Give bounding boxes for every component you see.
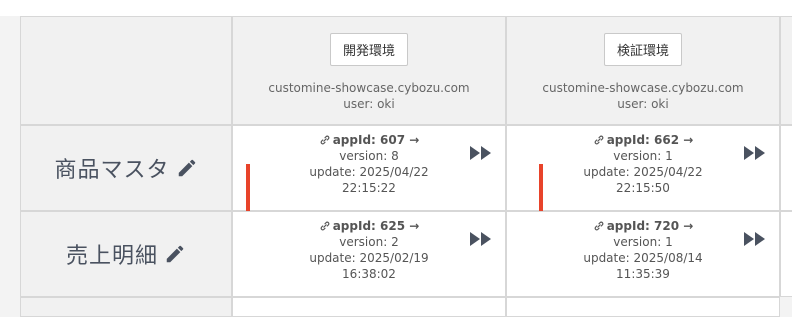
env-domain: customine-showcase.cybozu.com: [542, 81, 744, 95]
app-cell-next: [780, 125, 792, 211]
app-id-link[interactable]: appId: 662 →: [507, 133, 779, 147]
app-update-time: 22:15:22: [342, 181, 396, 195]
link-icon: [594, 135, 604, 145]
app-update: update: 2025/02/19: [309, 251, 429, 265]
row-label-product-master: 商品マスタ: [20, 125, 232, 211]
env-header-test: 検証環境 customine-showcase.cybozu.com user:…: [506, 16, 780, 125]
env-header-dev: 開発環境 customine-showcase.cybozu.com user:…: [232, 16, 506, 125]
app-cell: appId: 720 → version: 1 update: 2025/08/…: [506, 211, 780, 297]
fast-forward-icon[interactable]: [469, 145, 493, 161]
env-user: user: oki: [617, 97, 669, 111]
link-icon: [320, 135, 330, 145]
app-cell: appId: 662 → version: 1 update: 2025/04/…: [506, 125, 780, 268]
app-version: version: 1: [613, 149, 673, 163]
env-button-dev[interactable]: 開発環境: [329, 33, 408, 66]
app-name: 売上明細: [65, 244, 158, 269]
app-update: update: 2025/04/22: [309, 165, 429, 179]
app-id: appId: 607 →: [332, 133, 420, 147]
app-id: appId: 720 →: [606, 219, 694, 233]
app-id-link[interactable]: appId: 607 →: [233, 133, 505, 147]
env-domain: customine-showcase.cybozu.com: [268, 81, 470, 95]
app-cell: appId: 607 → version: 8 update: 2025/04/…: [232, 125, 506, 268]
pencil-icon[interactable]: [164, 243, 186, 265]
app-cell-next: [780, 211, 792, 297]
app-id: appId: 625 →: [332, 219, 420, 233]
fast-forward-icon[interactable]: [469, 231, 493, 247]
row-label-next: [20, 297, 232, 317]
app-id: appId: 662 →: [606, 133, 694, 147]
row-label-sales-detail: 売上明細: [20, 211, 232, 297]
pencil-icon[interactable]: [176, 157, 198, 179]
app-update-time: 16:38:02: [342, 267, 396, 281]
env-header-next: [780, 16, 792, 125]
environment-grid: 開発環境 customine-showcase.cybozu.com user:…: [20, 16, 792, 317]
link-icon: [594, 221, 604, 231]
app-cell: appId: 625 → version: 2 update: 2025/02/…: [232, 211, 506, 297]
fast-forward-icon[interactable]: [743, 231, 767, 247]
app-version: version: 2: [339, 235, 399, 249]
app-update-time: 11:35:39: [616, 267, 670, 281]
env-button-test[interactable]: 検証環境: [603, 33, 682, 66]
app-version: version: 1: [613, 235, 673, 249]
fast-forward-icon[interactable]: [743, 145, 767, 161]
app-update: update: 2025/08/14: [583, 251, 703, 265]
app-cell: [232, 297, 506, 317]
link-icon: [320, 221, 330, 231]
app-id-link[interactable]: appId: 720 →: [507, 219, 779, 233]
app-version: version: 8: [339, 149, 399, 163]
app-id-link[interactable]: appId: 625 →: [233, 219, 505, 233]
header-corner: [20, 16, 232, 125]
env-user: user: oki: [343, 97, 395, 111]
top-bar: [0, 0, 792, 16]
app-name: 商品マスタ: [54, 158, 170, 183]
app-cell: [506, 297, 780, 317]
